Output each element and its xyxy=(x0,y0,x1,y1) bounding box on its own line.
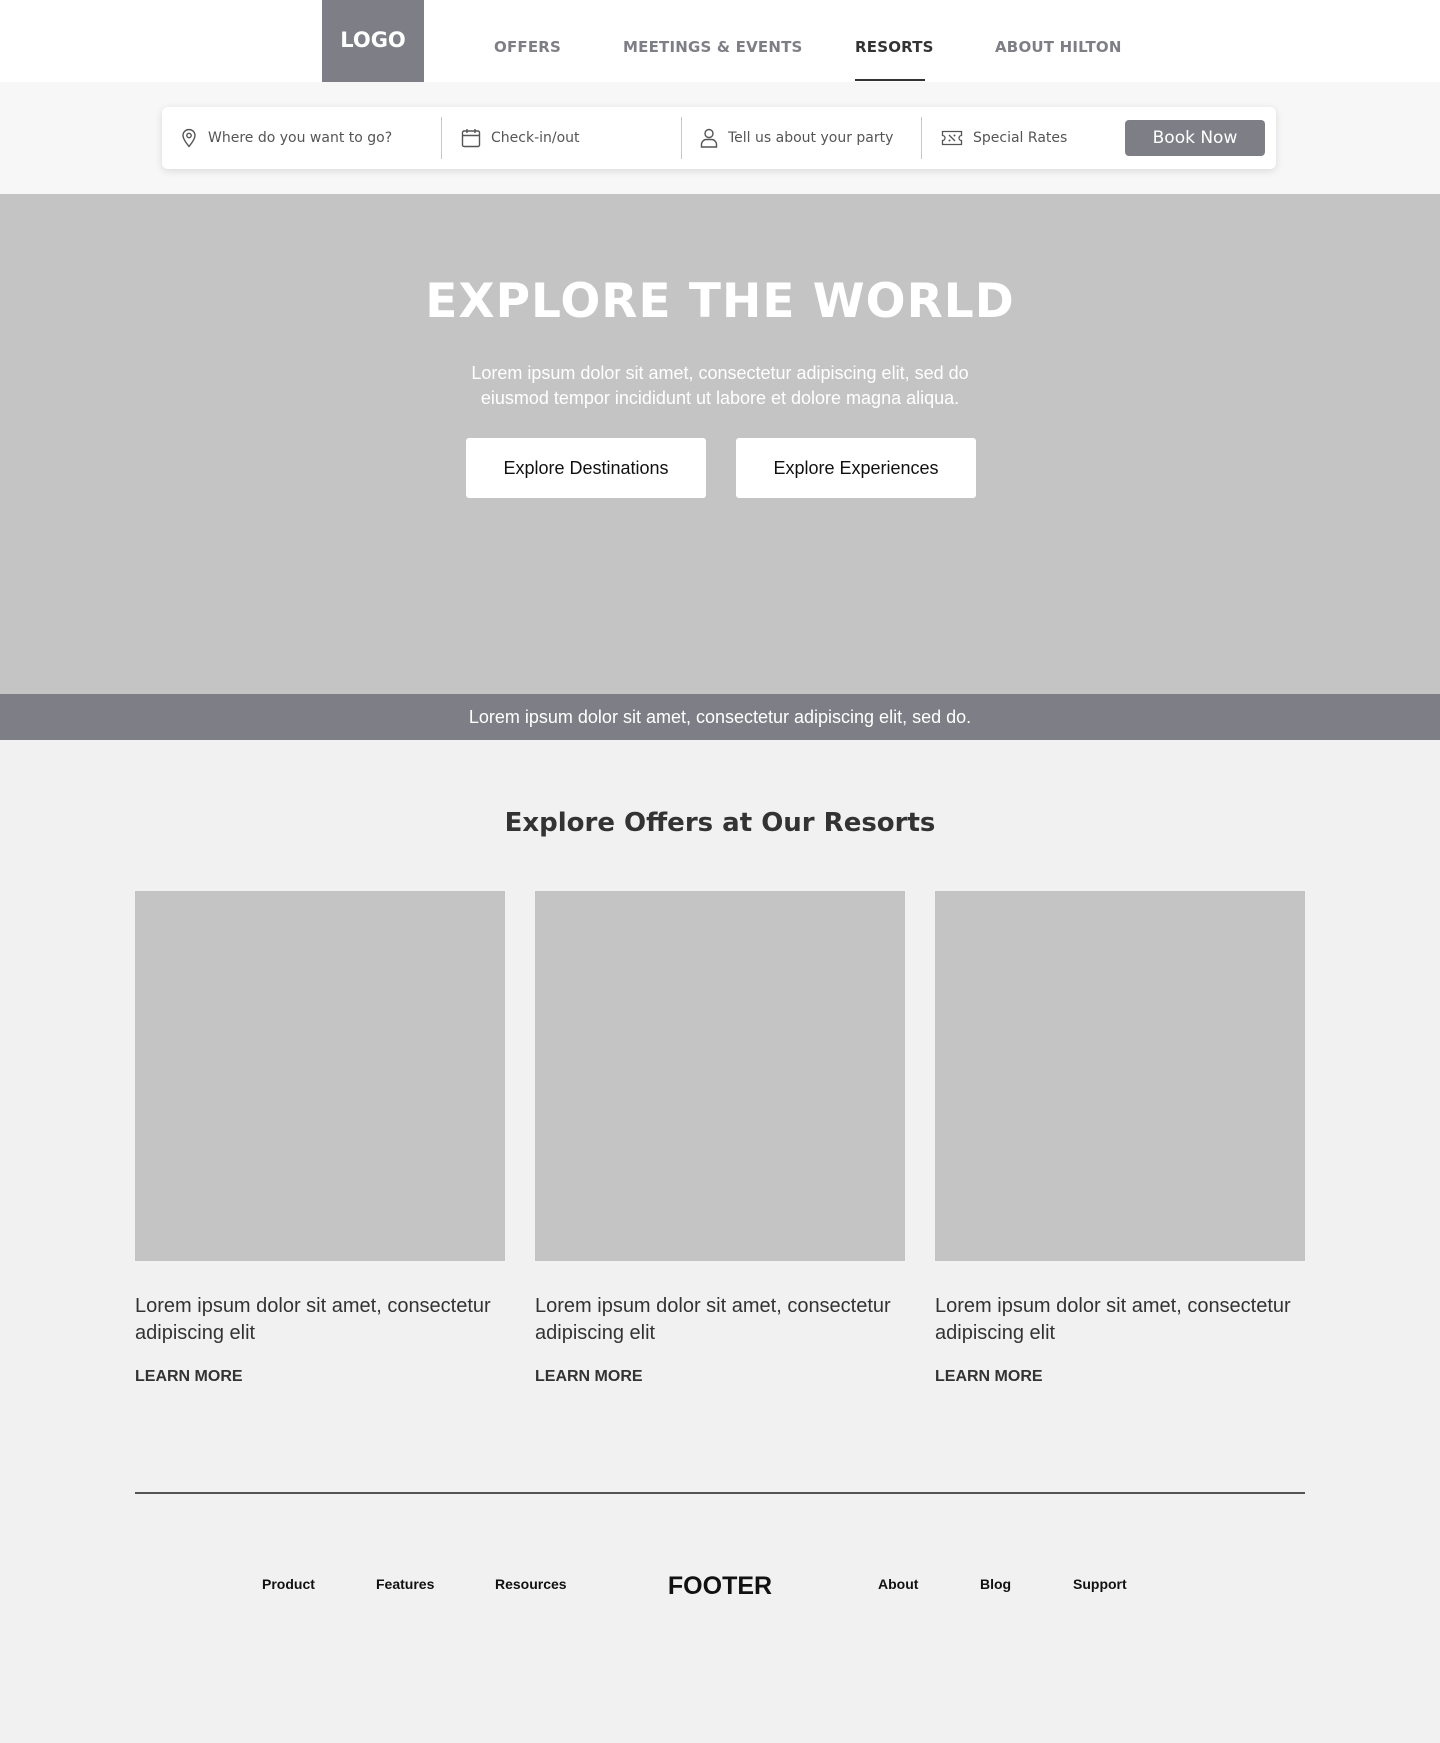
announcement-text: Lorem ipsum dolor sit amet, consectetur … xyxy=(468,706,972,727)
explore-experiences-button[interactable]: Explore Experiences xyxy=(736,438,976,498)
party-field[interactable]: Tell us about your party xyxy=(700,107,915,169)
learn-more-link[interactable]: LEARN MORE xyxy=(935,1368,1043,1386)
nav-item-resorts[interactable]: RESORTS xyxy=(855,0,934,82)
destination-field[interactable]: Where do you want to go? xyxy=(180,107,435,169)
location-pin-icon xyxy=(182,128,196,148)
special-rates-label: Special Rates xyxy=(973,130,1068,146)
offer-card: Lorem ipsum dolor sit amet, consectetur … xyxy=(935,891,1305,1386)
hero-title: EXPLORE THE WORLD xyxy=(425,274,1015,329)
offer-card-text: Lorem ipsum dolor sit amet, consectetur … xyxy=(135,1295,491,1344)
offer-card-image[interactable] xyxy=(535,891,905,1261)
offer-card: Lorem ipsum dolor sit amet, consectetur … xyxy=(135,891,505,1386)
explore-destinations-button[interactable]: Explore Destinations xyxy=(466,438,706,498)
person-icon xyxy=(700,128,718,148)
book-now-button[interactable]: Book Now xyxy=(1125,120,1265,156)
active-nav-indicator xyxy=(855,79,925,81)
offers-section-title: Explore Offers at Our Resorts xyxy=(504,808,936,838)
field-divider xyxy=(441,117,442,159)
calendar-icon xyxy=(461,129,481,148)
nav-item-about-hilton[interactable]: ABOUT HILTON xyxy=(995,0,1122,82)
offer-card: Lorem ipsum dolor sit amet, consectetur … xyxy=(535,891,905,1386)
footer-link-about[interactable]: About xyxy=(878,1576,918,1592)
footer-title: FOOTER xyxy=(667,1572,773,1600)
nav-item-meetings-events[interactable]: MEETINGS & EVENTS xyxy=(623,0,803,82)
check-in-out-field[interactable]: Check-in/out xyxy=(461,107,676,169)
hero-banner xyxy=(0,194,1440,694)
footer-link-blog[interactable]: Blog xyxy=(980,1576,1011,1592)
announcement-bar: Lorem ipsum dolor sit amet, consectetur … xyxy=(0,694,1440,740)
destination-placeholder: Where do you want to go? xyxy=(208,130,393,146)
offer-card-image[interactable] xyxy=(135,891,505,1261)
footer-link-support[interactable]: Support xyxy=(1073,1576,1127,1592)
booking-bar: Where do you want to go? Check-in/out Te… xyxy=(162,107,1276,169)
check-in-out-placeholder: Check-in/out xyxy=(491,130,580,146)
field-divider xyxy=(921,117,922,159)
nav-item-offers[interactable]: OFFERS xyxy=(494,0,561,82)
logo[interactable]: LOGO xyxy=(322,0,424,82)
learn-more-link[interactable]: LEARN MORE xyxy=(135,1368,243,1386)
offer-card-image[interactable] xyxy=(935,891,1305,1261)
special-rates-field[interactable]: Special Rates xyxy=(941,107,1111,169)
site-header: LOGO OFFERS MEETINGS & EVENTS RESORTS AB… xyxy=(0,0,1440,82)
learn-more-link[interactable]: LEARN MORE xyxy=(535,1368,643,1386)
party-placeholder: Tell us about your party xyxy=(728,130,894,146)
hero-subtitle: Lorem ipsum dolor sit amet, consectetur … xyxy=(471,363,969,408)
field-divider xyxy=(681,117,682,159)
offer-card-text: Lorem ipsum dolor sit amet, consectetur … xyxy=(935,1295,1291,1344)
offer-card-text: Lorem ipsum dolor sit amet, consectetur … xyxy=(535,1295,891,1344)
footer-divider xyxy=(135,1492,1305,1494)
ticket-icon xyxy=(941,130,963,146)
